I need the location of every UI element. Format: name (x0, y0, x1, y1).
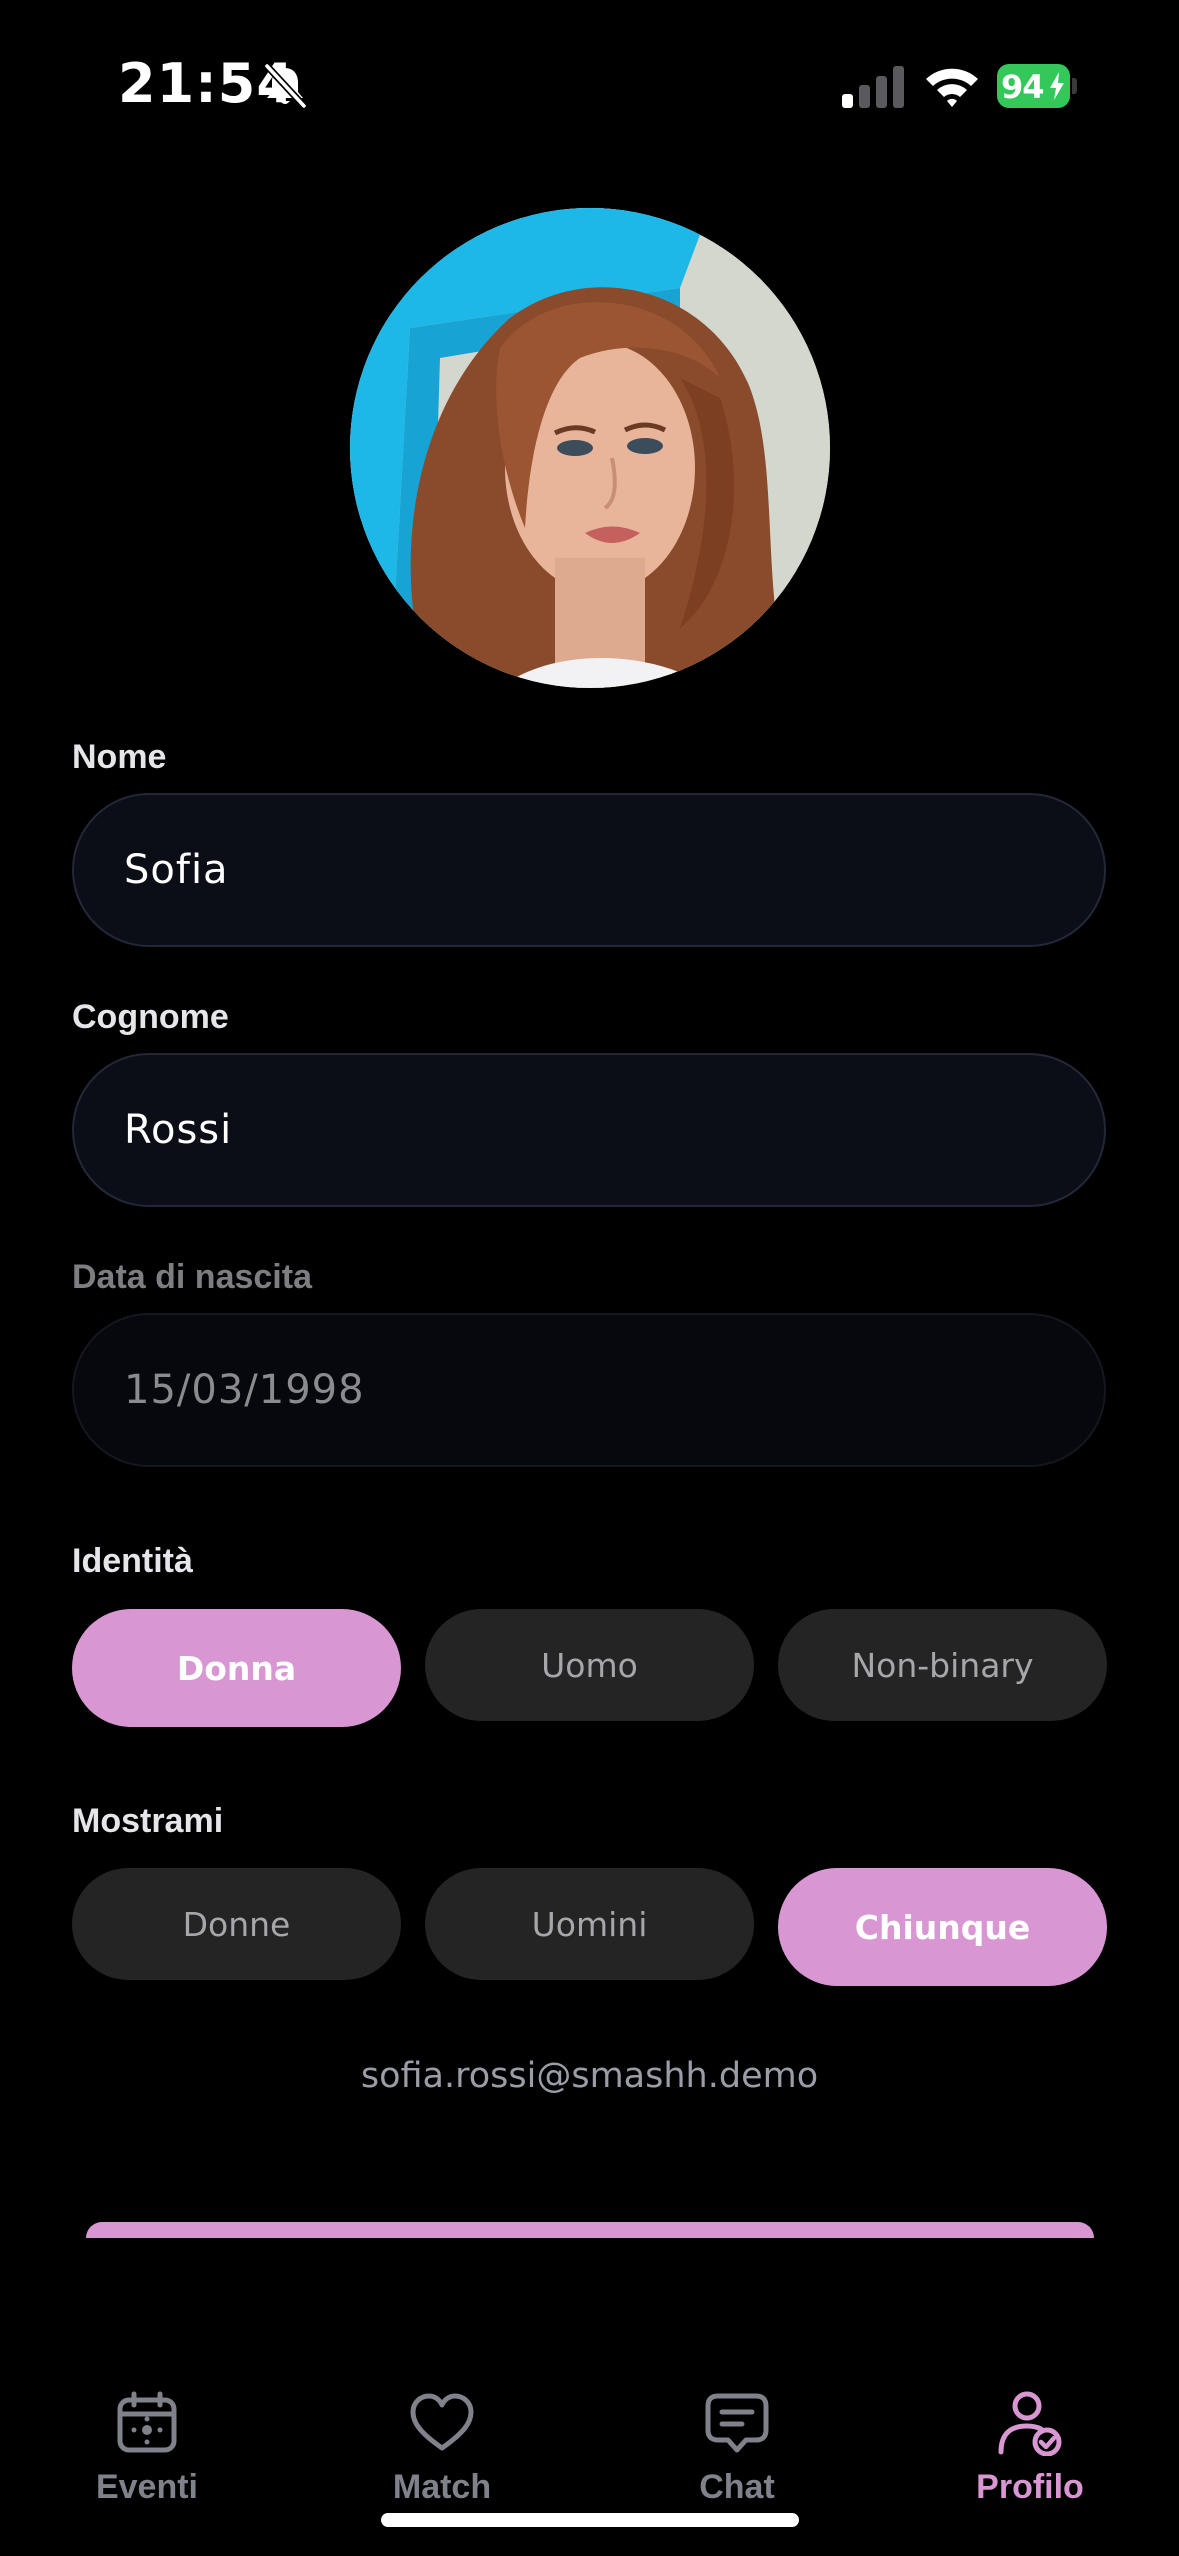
mostrami-label: Mostrami (72, 1802, 224, 1840)
tab-chat-label: Chat (699, 2468, 775, 2506)
status-bar: 21:54 94 (0, 0, 1179, 170)
bell-slash-icon (263, 62, 308, 110)
cognome-label: Cognome (72, 998, 229, 1036)
wifi-icon (926, 68, 978, 107)
heart-icon (410, 2393, 474, 2451)
tab-chat[interactable]: Chat (637, 2390, 837, 2530)
charging-bolt-icon (1050, 72, 1064, 100)
birthdate-field: 15/03/1998 (72, 1313, 1106, 1467)
tab-match[interactable]: Match (342, 2390, 542, 2530)
cognome-field[interactable]: Rossi (72, 1053, 1106, 1207)
mostrami-option-chiunque[interactable]: Chiunque (778, 1868, 1107, 1986)
profile-avatar[interactable] (350, 208, 830, 688)
account-email: sofia.rossi@smashh.demo (360, 2056, 819, 2096)
identita-option-non-binary[interactable]: Non-binary (778, 1609, 1107, 1721)
battery-indicator: 94 (997, 64, 1077, 108)
calendar-icon (117, 2391, 177, 2453)
profile-check-icon (998, 2391, 1062, 2456)
save-button[interactable] (86, 2222, 1094, 2238)
home-indicator[interactable] (381, 2513, 799, 2527)
identita-label: Identità (72, 1542, 193, 1580)
tab-eventi[interactable]: Eventi (47, 2390, 247, 2530)
nome-label: Nome (72, 738, 167, 776)
tab-match-label: Match (392, 2468, 492, 2506)
nome-field[interactable]: Sofia (72, 793, 1106, 947)
nome-value: Sofia (124, 847, 229, 893)
birthdate-label: Data di nascita (72, 1258, 312, 1296)
battery-level: 94 (1001, 68, 1045, 106)
avatar-photo (350, 208, 830, 688)
mostrami-option-uomini[interactable]: Uomini (425, 1868, 754, 1980)
cellular-signal-icon (842, 66, 904, 108)
tab-eventi-label: Eventi (95, 2468, 199, 2506)
identita-option-donna[interactable]: Donna (72, 1609, 401, 1727)
identita-option-uomo[interactable]: Uomo (425, 1609, 754, 1721)
tab-profilo[interactable]: Profilo (930, 2390, 1130, 2530)
mostrami-option-donne[interactable]: Donne (72, 1868, 401, 1980)
battery-cap (1072, 78, 1077, 94)
birthdate-value: 15/03/1998 (124, 1367, 365, 1413)
chat-icon (705, 2393, 769, 2453)
tab-profilo-label: Profilo (976, 2468, 1084, 2506)
cognome-value: Rossi (124, 1107, 233, 1153)
